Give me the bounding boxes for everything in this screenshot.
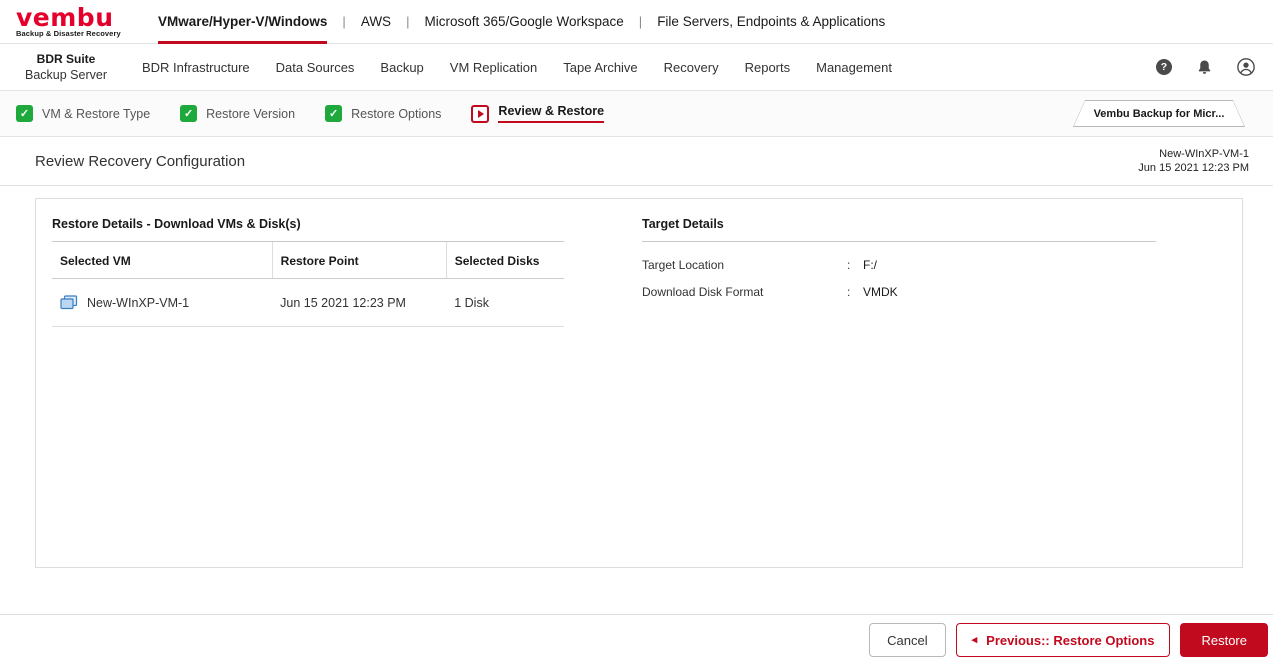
main-nav: BDR Infrastructure Data Sources Backup V… [142,60,892,75]
help-icon[interactable]: ? [1156,59,1172,75]
review-panel: Restore Details - Download VMs & Disk(s)… [35,198,1243,568]
wizard-steps-bar: ✓ VM & Restore Type ✓ Restore Version ✓ … [0,91,1273,137]
selected-disks-value: 1 Disk [446,278,564,327]
server-name: Backup Server [25,68,107,82]
restore-details-table: Selected VM Restore Point Selected Disks [52,242,564,327]
step-restore-version[interactable]: ✓ Restore Version [180,105,295,122]
vm-cell: New-WInXP-VM-1 [60,295,264,310]
restore-button[interactable]: Restore [1180,623,1268,657]
check-icon: ✓ [325,105,343,122]
previous-arrow-icon: ◂ [971,633,978,646]
restore-details-section: Restore Details - Download VMs & Disk(s)… [52,213,564,553]
cancel-button[interactable]: Cancel [869,623,946,657]
target-location-value: F:/ [863,258,877,272]
check-icon: ✓ [180,105,198,122]
vembu-logo[interactable]: vembu Backup & Disaster Recovery [16,0,132,43]
col-restore-point: Restore Point [271,242,447,279]
product-nav: VMware/Hyper-V/Windows | AWS | Microsoft… [158,0,885,44]
user-account-icon[interactable] [1237,58,1255,76]
nav-data-sources[interactable]: Data Sources [276,60,355,75]
main-content: Restore Details - Download VMs & Disk(s)… [0,186,1273,614]
restore-point-value: Jun 15 2021 12:23 PM [272,278,447,327]
nav-separator: | [638,14,643,29]
header-actions: ? [1156,58,1255,76]
action-bar: Cancel ◂ Previous:: Restore Options Rest… [0,614,1273,665]
help-glyph: ? [1160,61,1168,73]
previous-button-label: Previous:: Restore Options [986,632,1155,648]
download-disk-format-label: Download Disk Format [642,285,764,299]
step-label: Restore Options [351,106,442,121]
tab-microsoft365-google-workspace[interactable]: Microsoft 365/Google Workspace [424,0,623,44]
step-restore-options[interactable]: ✓ Restore Options [325,105,441,122]
nav-vm-replication[interactable]: VM Replication [450,60,537,75]
server-info: BDR Suite Backup Server [0,51,132,83]
check-icon: ✓ [16,105,33,122]
target-location-row: Target Location : F:/ [642,258,1156,272]
nav-tape-archive[interactable]: Tape Archive [563,60,637,75]
suite-name: BDR Suite [36,52,96,66]
target-details-section: Target Details Target Location : F:/ Dow… [642,213,1156,553]
logo-wordmark: vembu [16,2,114,32]
step-review-restore[interactable]: Review & Restore [471,104,605,123]
vm-name: New-WInXP-VM-1 [87,295,190,310]
page-title: Review Recovery Configuration [35,152,246,170]
page-header: Review Recovery Configuration New-WInXP-… [0,137,1273,186]
col-selected-vm: Selected VM [52,242,273,279]
context-tab[interactable]: Vembu Backup for Micr... [1073,100,1245,127]
colon: : [847,258,851,272]
play-icon [471,104,490,123]
nav-bdr-infrastructure[interactable]: BDR Infrastructure [142,60,250,75]
col-selected-disks: Selected Disks [445,242,564,279]
notifications-bell-icon[interactable] [1196,59,1213,76]
step-vm-restore-type[interactable]: ✓ VM & Restore Type [16,105,150,122]
nav-reports[interactable]: Reports [745,60,791,75]
download-disk-format-row: Download Disk Format : VMDK [642,285,1156,299]
nav-backup[interactable]: Backup [380,60,423,75]
colon: : [847,285,851,299]
target-details-title: Target Details [642,213,1156,242]
step-label: VM & Restore Type [42,106,151,121]
nav-separator: | [342,14,346,29]
tab-file-servers-endpoints-applications[interactable]: File Servers, Endpoints & Applications [657,0,885,44]
download-disk-format-value: VMDK [863,285,898,299]
context-tab-label: Vembu Backup for Micr... [1074,101,1244,126]
nav-separator: | [406,14,410,29]
tab-aws[interactable]: AWS [361,0,391,44]
nav-management[interactable]: Management [816,60,892,75]
recovery-meta: New-WInXP-VM-1 Jun 15 2021 12:23 PM [1138,147,1249,175]
meta-restore-time: Jun 15 2021 12:23 PM [1138,162,1249,174]
meta-vm-name: New-WInXP-VM-1 [1159,148,1249,160]
logo-tagline: Backup & Disaster Recovery [16,28,121,38]
main-nav-bar: BDR Suite Backup Server BDR Infrastructu… [0,44,1273,91]
tab-vmware-hyperv-windows[interactable]: VMware/Hyper-V/Windows [158,0,328,44]
vm-icon [60,295,78,310]
table-row: New-WInXP-VM-1 Jun 15 2021 12:23 PM 1 Di… [52,278,564,327]
step-label: Restore Version [206,106,296,121]
table-header-row: Selected VM Restore Point Selected Disks [52,242,564,279]
step-label: Review & Restore [498,104,605,123]
nav-recovery[interactable]: Recovery [664,60,719,75]
top-bar: vembu Backup & Disaster Recovery VMware/… [0,0,1273,44]
app-window: vembu Backup & Disaster Recovery VMware/… [0,0,1273,665]
previous-button[interactable]: ◂ Previous:: Restore Options [955,623,1171,657]
target-location-label: Target Location [642,258,725,272]
restore-details-title: Restore Details - Download VMs & Disk(s) [52,213,564,242]
